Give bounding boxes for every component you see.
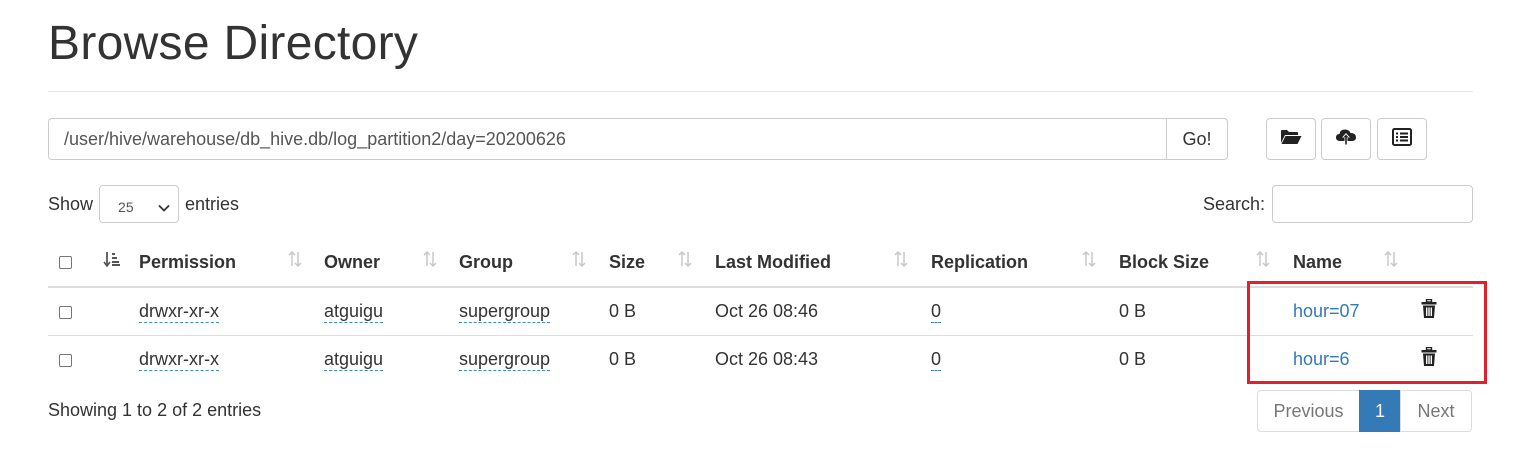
block-size-cell: 0 B — [1119, 349, 1147, 369]
size-cell: 0 B — [609, 287, 715, 336]
sort-default-header[interactable] — [101, 236, 139, 288]
group-cell: supergroup — [459, 301, 551, 323]
go-button[interactable]: Go! — [1166, 118, 1228, 160]
column-header-last-modified[interactable]: Last Modified — [715, 236, 931, 288]
row-checkbox[interactable] — [59, 305, 72, 319]
directory-path-input[interactable] — [48, 118, 1166, 160]
search-control: Search: — [1203, 185, 1473, 223]
last-modified-cell: Oct 26 08:43 — [715, 349, 819, 369]
row-checkbox[interactable] — [59, 353, 72, 367]
sort-both-icon — [677, 250, 693, 273]
cloud-upload-icon — [1335, 127, 1357, 152]
page-title: Browse Directory — [48, 17, 419, 70]
permission-cell[interactable]: drwxr-xr-x — [139, 349, 219, 371]
table-info: Showing 1 to 2 of 2 entries — [48, 400, 262, 420]
owner-cell: atguigu — [324, 301, 384, 323]
table-header-row: Permission Owner Group Size Last Modifie… — [48, 236, 1473, 288]
sort-asc-icon — [103, 250, 121, 273]
entries-per-page-select[interactable]: 25 — [99, 185, 180, 223]
permission-cell[interactable]: drwxr-xr-x — [139, 301, 219, 323]
directory-table: Permission Owner Group Size Last Modifie… — [48, 236, 1473, 383]
select-all-header — [48, 236, 101, 288]
column-header-replication[interactable]: Replication — [931, 236, 1119, 288]
column-header-owner[interactable]: Owner — [324, 236, 459, 288]
column-header-size[interactable]: Size — [609, 236, 715, 288]
folder-open-icon — [1280, 128, 1302, 151]
file-name-link[interactable]: hour=07 — [1293, 301, 1360, 321]
search-input[interactable] — [1272, 185, 1473, 223]
column-label: Permission — [139, 251, 237, 272]
upload-button[interactable] — [1321, 118, 1371, 160]
sort-both-icon — [571, 250, 587, 273]
table-row: drwxr-xr-x atguigu supergroup 0 B Oct 26… — [48, 336, 1473, 384]
length-control: Show 25 entries — [48, 185, 239, 223]
select-all-checkbox[interactable] — [59, 256, 72, 270]
list-alt-icon — [1392, 127, 1412, 151]
cut-paste-button[interactable] — [1377, 118, 1427, 160]
column-label: Last Modified — [715, 251, 831, 272]
trash-icon[interactable] — [1421, 298, 1437, 324]
actions-header — [1421, 236, 1473, 288]
column-label: Block Size — [1119, 251, 1210, 272]
sort-both-icon — [1255, 250, 1271, 273]
entries-label: entries — [185, 193, 240, 214]
column-label: Owner — [324, 251, 381, 272]
previous-page-button[interactable]: Previous — [1257, 390, 1360, 432]
column-header-group[interactable]: Group — [459, 236, 609, 288]
search-label: Search: — [1202, 193, 1265, 214]
column-label: Replication — [931, 251, 1029, 272]
group-cell: supergroup — [459, 349, 551, 371]
replication-cell[interactable]: 0 — [931, 349, 942, 371]
block-size-cell: 0 B — [1119, 287, 1293, 336]
replication-cell[interactable]: 0 — [931, 301, 942, 323]
column-header-block-size[interactable]: Block Size — [1119, 236, 1293, 288]
column-header-permission[interactable]: Permission — [139, 236, 324, 288]
column-label: Group — [459, 251, 513, 272]
pagination: Previous 1 Next — [1257, 390, 1472, 432]
page-1-button[interactable]: 1 — [1359, 390, 1401, 432]
last-modified-cell: Oct 26 08:46 — [715, 287, 931, 336]
sort-both-icon — [1081, 250, 1097, 273]
size-cell: 0 B — [609, 349, 637, 369]
sort-both-icon — [1383, 250, 1399, 273]
table-row: drwxr-xr-x atguigu supergroup 0 B Oct 26… — [48, 287, 1473, 336]
create-directory-button[interactable] — [1266, 118, 1316, 160]
sort-both-icon — [422, 250, 438, 273]
path-bar: Go! — [48, 118, 1228, 160]
next-page-button[interactable]: Next — [1400, 390, 1472, 432]
entries-per-page-value: 25 — [118, 199, 134, 215]
sort-both-icon — [893, 250, 909, 273]
title-divider — [48, 91, 1473, 92]
file-name-link[interactable]: hour=6 — [1293, 349, 1350, 369]
column-header-name[interactable]: Name — [1293, 236, 1421, 288]
column-label: Size — [609, 251, 646, 272]
column-label: Name — [1293, 251, 1343, 272]
owner-cell: atguigu — [324, 349, 384, 371]
trash-icon[interactable] — [1421, 346, 1437, 372]
sort-both-icon — [287, 250, 303, 273]
show-label: Show — [48, 193, 94, 214]
chevron-down-icon — [158, 199, 170, 215]
